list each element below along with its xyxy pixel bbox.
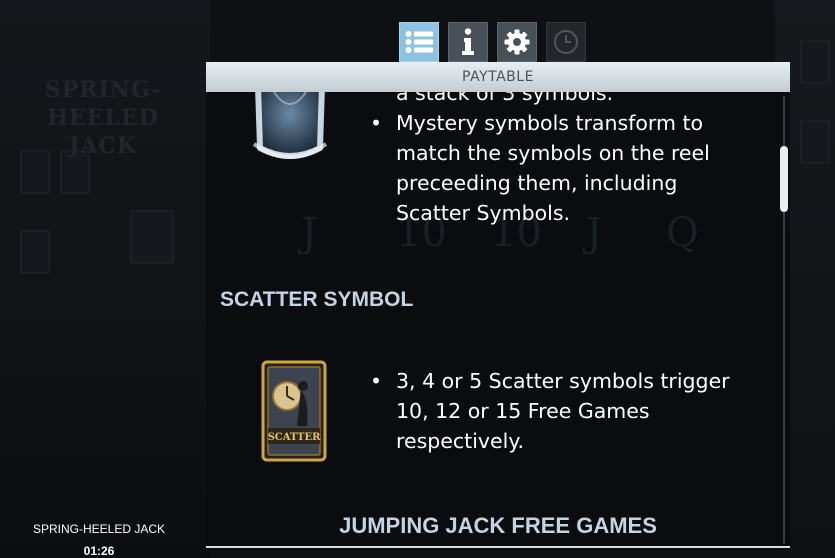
page-title: PAYTABLE — [462, 69, 534, 85]
info-icon — [462, 28, 474, 55]
mystery-bullet-list: Mystery symbols transform to match the s… — [370, 108, 710, 228]
paytable-scrollbar[interactable] — [780, 96, 788, 544]
scatter-bullet-list: 3, 4 or 5 Scatter symbols trigger 10, 12… — [370, 366, 730, 456]
background-logo: SPRING-HEELED JACK — [44, 77, 162, 159]
settings-button[interactable] — [497, 22, 537, 62]
paytable-header: PAYTABLE — [206, 62, 790, 92]
gear-icon — [504, 29, 530, 55]
session-clock: 01:26 — [83, 544, 115, 558]
background-window — [800, 40, 830, 84]
scatter-symbol-image: SCATTER — [261, 360, 327, 462]
free-games-section-title: JUMPING JACK FREE GAMES — [339, 513, 657, 538]
list-icon — [405, 31, 433, 53]
mystery-symbol-image — [252, 92, 328, 159]
paytable-list-button[interactable] — [399, 22, 439, 62]
mystery-bullet: Mystery symbols transform to match the s… — [370, 108, 710, 228]
info-button[interactable] — [448, 22, 488, 62]
content-bottom-divider — [206, 546, 790, 548]
background-window — [800, 120, 830, 164]
paytable-content: a stack of 3 symbols. Mystery symbols tr… — [206, 92, 790, 548]
mystery-partial-line: a stack of 3 symbols. — [396, 92, 614, 105]
game-name-label: SPRING-HEELED JACK — [32, 522, 166, 536]
history-button[interactable] — [546, 22, 586, 62]
clock-icon — [554, 30, 578, 54]
scrollbar-thumb[interactable] — [780, 146, 788, 212]
background-window — [20, 150, 50, 194]
background-window — [130, 210, 174, 264]
background-window — [20, 230, 50, 274]
scatter-bullet: 3, 4 or 5 Scatter symbols trigger 10, 12… — [370, 366, 730, 456]
paytable-toolbar — [399, 22, 586, 62]
scatter-symbol-label: SCATTER — [268, 432, 322, 443]
scatter-section-title: SCATTER SYMBOL — [220, 288, 414, 311]
